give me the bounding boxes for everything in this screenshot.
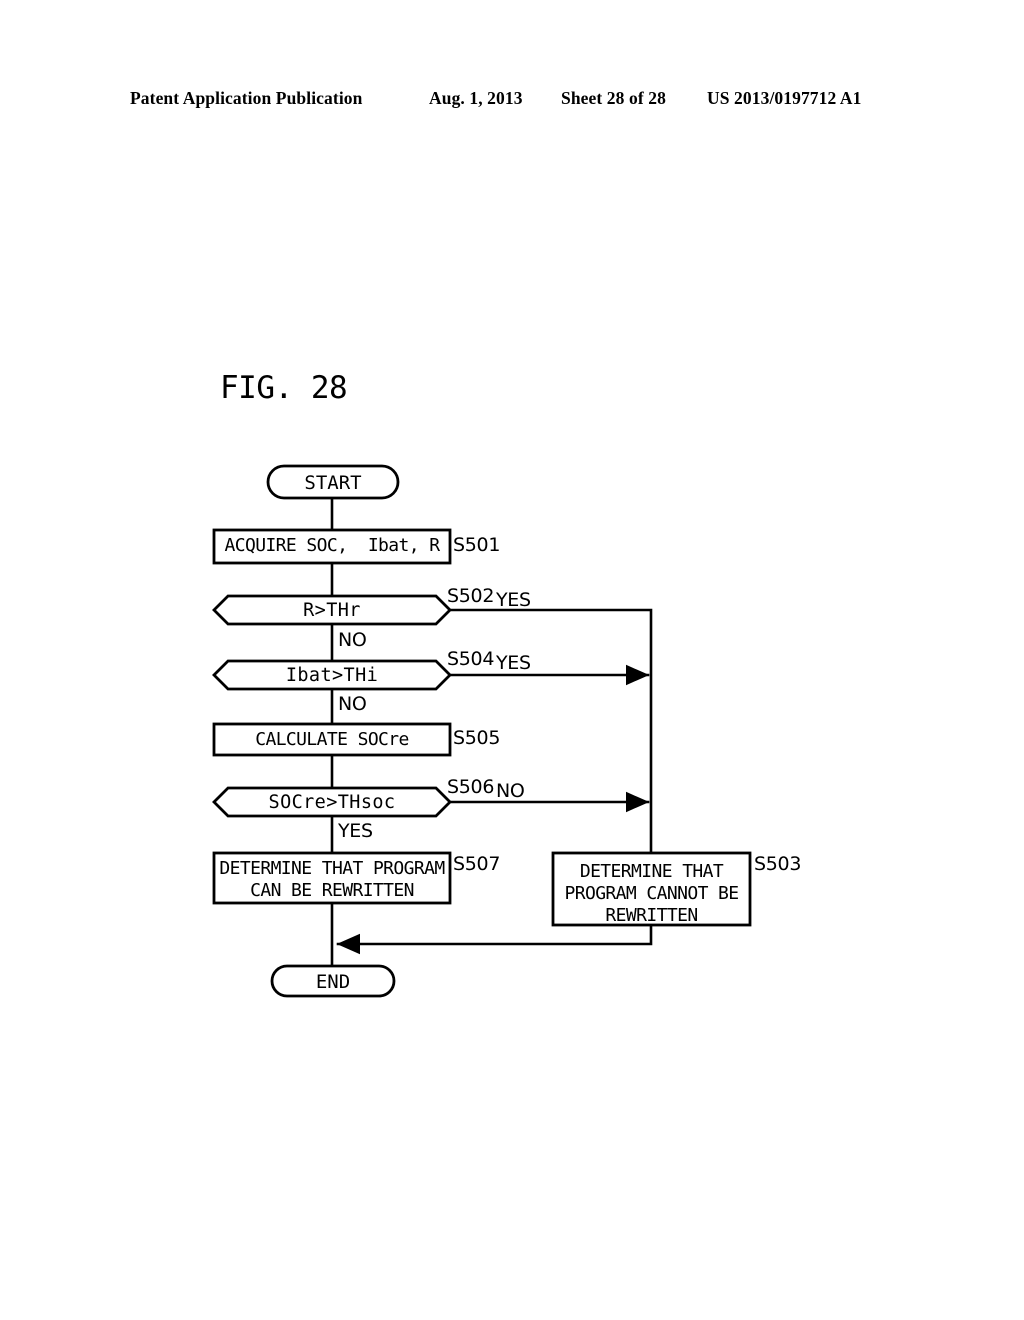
node-s505 bbox=[212, 722, 452, 757]
step-ref-s506: S506 bbox=[447, 776, 495, 798]
node-s507 bbox=[212, 851, 452, 905]
branch-label-s506-no: NO bbox=[496, 780, 525, 802]
node-start bbox=[266, 464, 400, 500]
branch-label-s506-yes: YES bbox=[338, 820, 373, 842]
branch-label-s502-no: NO bbox=[338, 629, 367, 651]
node-end bbox=[270, 964, 396, 998]
step-ref-s502: S502 bbox=[447, 585, 495, 607]
node-s506 bbox=[212, 786, 452, 818]
step-ref-s507: S507 bbox=[453, 853, 501, 875]
branch-label-s504-no: NO bbox=[338, 693, 367, 715]
branch-label-s504-yes: YES bbox=[496, 652, 531, 674]
step-ref-s505: S505 bbox=[453, 727, 501, 749]
step-ref-s503: S503 bbox=[754, 853, 802, 875]
branch-label-s502-yes: YES bbox=[496, 589, 531, 611]
step-ref-s501: S501 bbox=[453, 534, 501, 556]
node-s504 bbox=[212, 659, 452, 691]
node-s501 bbox=[212, 528, 452, 565]
connector-s503-to-end-merge bbox=[336, 923, 653, 955]
node-s502 bbox=[212, 594, 452, 626]
node-s503 bbox=[551, 851, 752, 927]
step-ref-s504: S504 bbox=[447, 648, 495, 670]
